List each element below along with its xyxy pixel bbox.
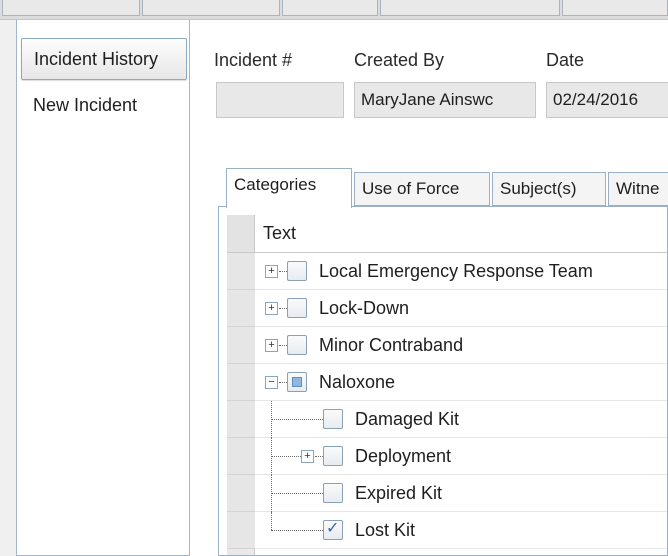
tab-label: Witne [616,179,660,198]
category-checkbox[interactable] [287,372,307,392]
category-checkbox[interactable] [323,483,343,503]
tab-label: Categories [234,175,317,194]
category-checkbox[interactable] [323,409,343,429]
row-selector[interactable] [227,327,255,364]
date-field[interactable]: 02/24/2016 [546,82,668,118]
tree-row[interactable]: + Lock-Down [227,290,667,327]
tab-use-of-force[interactable]: Use of Force [354,172,490,206]
tab-subjects[interactable]: Subject(s) [492,172,606,206]
tree-row[interactable]: Damaged Kit [227,401,667,438]
category-label: Expired Kit [355,483,443,503]
tree-row[interactable]: + Deployment [227,438,667,475]
partial-check-icon [292,377,302,387]
category-label: Damaged Kit [355,409,460,429]
tab-witnesses[interactable]: Witne [608,172,668,206]
row-selector[interactable] [227,364,255,401]
top-tab[interactable] [142,0,280,16]
created-by-field[interactable]: MaryJane Ainswc [354,82,536,118]
grid-header: Text [227,215,667,253]
tree-connector-line [279,308,287,309]
categories-tree-grid: Text + Local Emergency Response Team + Lock… [218,206,668,556]
checkmark-icon: ✓ [326,520,340,537]
tab-label: New Incident [33,94,138,115]
date-label: Date [546,50,585,70]
category-label: Local Emergency Response Team [319,261,593,281]
category-label: Lock-Down [319,298,410,318]
row-selector[interactable] [227,512,255,549]
top-tab[interactable] [282,0,378,16]
top-tab[interactable] [2,0,140,16]
top-tab[interactable] [380,0,560,16]
tree-row[interactable]: Expired Kit [227,475,667,512]
row-selector[interactable] [227,401,255,438]
top-tab-strip [0,0,668,20]
category-tab-strip: Categories Use of Force Subject(s) Witne [226,168,668,208]
category-label: Lost Kit [355,520,416,540]
row-selector[interactable] [227,475,255,512]
tree-connector-line [279,271,287,272]
expand-icon[interactable]: + [265,339,278,352]
tab-label: Incident History [34,48,159,69]
category-label: Naloxone [319,372,396,392]
header-row-selector[interactable] [227,215,255,252]
tab-incident-history[interactable]: Incident History [21,38,187,80]
tree-connector-line [315,456,323,457]
expand-icon[interactable]: + [265,302,278,315]
category-label: Minor Contraband [319,335,464,355]
category-checkbox[interactable] [287,298,307,318]
row-selector[interactable] [227,290,255,327]
main-content: Incident # Created By Date MaryJane Ains… [190,20,668,556]
category-checkbox[interactable] [323,446,343,466]
tree-connector-line [271,512,272,530]
tree-row[interactable]: + Minor Contraband [227,327,667,364]
expand-icon[interactable]: + [265,265,278,278]
tree-connector-line [271,530,323,531]
tree-row[interactable]: + Local Emergency Response Team [227,253,667,290]
tab-label: Use of Force [362,179,460,198]
tree-row[interactable]: − Naloxone [227,364,667,401]
category-checkbox[interactable] [287,335,307,355]
created-by-label: Created By [354,50,445,70]
category-checkbox[interactable]: ✓ [323,520,343,540]
row-selector[interactable] [227,438,255,475]
column-header-text[interactable]: Text [263,223,296,244]
category-label: Deployment [355,446,452,466]
tab-label: Subject(s) [500,179,577,198]
row-selector[interactable] [227,253,255,290]
tree-row[interactable]: ✓ Lost Kit [227,512,667,549]
top-tab[interactable] [562,0,668,16]
collapse-icon[interactable]: − [265,376,278,389]
incident-number-field[interactable] [216,82,344,118]
tab-categories[interactable]: Categories [226,168,352,208]
tree-connector-line [279,382,287,383]
expand-icon[interactable]: + [301,450,314,463]
incident-number-label: Incident # [214,50,293,70]
category-checkbox[interactable] [287,261,307,281]
tree-connector-line [279,345,287,346]
left-tab-panel: Incident History New Incident [16,20,190,556]
tree-connector-line [271,419,323,420]
tree-connector-line [271,493,323,494]
tab-new-incident[interactable]: New Incident [21,84,187,126]
